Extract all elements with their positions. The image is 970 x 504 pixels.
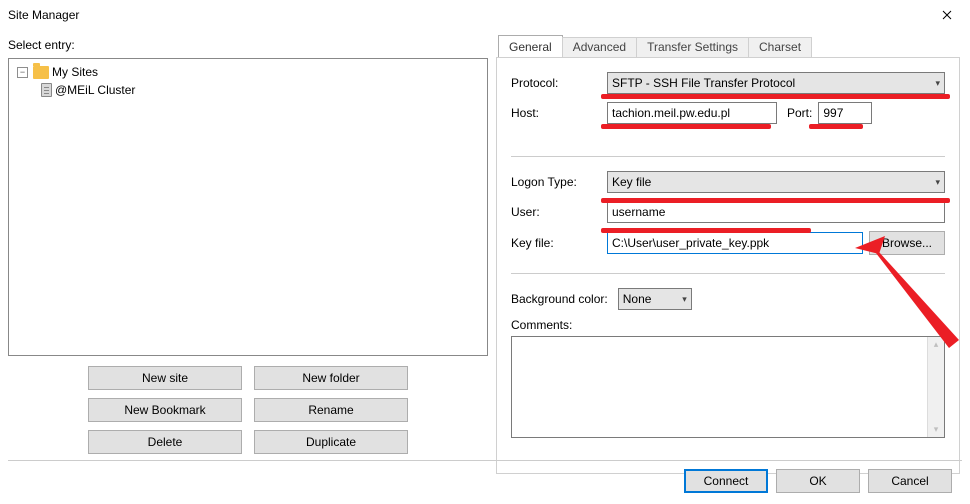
annotation-underline: [601, 228, 811, 233]
port-input[interactable]: 997: [818, 102, 872, 124]
chevron-down-icon: ▾: [929, 78, 940, 89]
keyfile-value: C:\User\user_private_key.ppk: [612, 236, 769, 250]
annotation-underline: [601, 124, 771, 129]
host-label: Host:: [511, 106, 601, 120]
new-bookmark-button[interactable]: New Bookmark: [88, 398, 242, 422]
tab-advanced[interactable]: Advanced: [562, 37, 637, 58]
background-color-value: None: [623, 292, 652, 306]
user-value: username: [612, 205, 665, 219]
keyfile-input[interactable]: C:\User\user_private_key.ppk: [607, 232, 863, 254]
protocol-value: SFTP - SSH File Transfer Protocol: [612, 76, 795, 90]
select-entry-label: Select entry:: [8, 34, 488, 58]
logon-type-value: Key file: [612, 175, 651, 189]
background-color-label: Background color:: [511, 292, 608, 306]
rename-button[interactable]: Rename: [254, 398, 408, 422]
comments-textarea[interactable]: ▴ ▾: [511, 336, 945, 438]
site-tree[interactable]: − My Sites @MEiL Cluster: [8, 58, 488, 356]
cancel-button[interactable]: Cancel: [868, 469, 952, 493]
scroll-down-icon: ▾: [934, 424, 939, 435]
comments-label: Comments:: [511, 318, 945, 332]
tree-root-label: My Sites: [52, 65, 98, 79]
tree-item-label: @MEiL Cluster: [55, 83, 135, 97]
duplicate-button[interactable]: Duplicate: [254, 430, 408, 454]
scrollbar[interactable]: ▴ ▾: [927, 337, 944, 437]
tab-strip: General Advanced Transfer Settings Chars…: [496, 35, 960, 58]
port-label: Port:: [787, 106, 812, 120]
chevron-down-icon: ▾: [929, 177, 940, 188]
user-input[interactable]: username: [607, 201, 945, 223]
window-title: Site Manager: [8, 8, 924, 22]
tree-item-site[interactable]: @MEiL Cluster: [13, 81, 483, 99]
tab-charset[interactable]: Charset: [748, 37, 812, 58]
delete-button[interactable]: Delete: [88, 430, 242, 454]
close-icon: [942, 10, 952, 20]
expander-icon[interactable]: −: [17, 67, 28, 78]
new-folder-button[interactable]: New folder: [254, 366, 408, 390]
title-bar: Site Manager: [0, 0, 970, 30]
keyfile-label: Key file:: [511, 236, 601, 250]
annotation-underline: [809, 124, 863, 129]
tab-general[interactable]: General: [498, 35, 563, 58]
connect-button[interactable]: Connect: [684, 469, 768, 493]
folder-icon: [33, 66, 49, 79]
host-value: tachion.meil.pw.edu.pl: [612, 106, 730, 120]
browse-button[interactable]: Browse...: [869, 231, 945, 255]
new-site-button[interactable]: New site: [88, 366, 242, 390]
protocol-select[interactable]: SFTP - SSH File Transfer Protocol ▾: [607, 72, 945, 94]
logon-type-label: Logon Type:: [511, 175, 601, 189]
background-color-select[interactable]: None ▾: [618, 288, 692, 310]
close-button[interactable]: [924, 0, 970, 30]
dialog-button-bar: Connect OK Cancel: [8, 460, 962, 500]
host-input[interactable]: tachion.meil.pw.edu.pl: [607, 102, 777, 124]
protocol-label: Protocol:: [511, 76, 601, 90]
annotation-underline: [601, 198, 950, 203]
server-icon: [41, 83, 52, 97]
ok-button[interactable]: OK: [776, 469, 860, 493]
tree-root[interactable]: − My Sites: [13, 63, 483, 81]
chevron-down-icon: ▾: [676, 294, 687, 305]
user-label: User:: [511, 205, 601, 219]
scroll-up-icon: ▴: [934, 339, 939, 350]
tab-panel: Protocol: SFTP - SSH File Transfer Proto…: [496, 57, 960, 474]
annotation-underline: [601, 94, 950, 99]
tab-transfer[interactable]: Transfer Settings: [636, 37, 749, 58]
logon-type-select[interactable]: Key file ▾: [607, 171, 945, 193]
port-value: 997: [823, 106, 843, 120]
